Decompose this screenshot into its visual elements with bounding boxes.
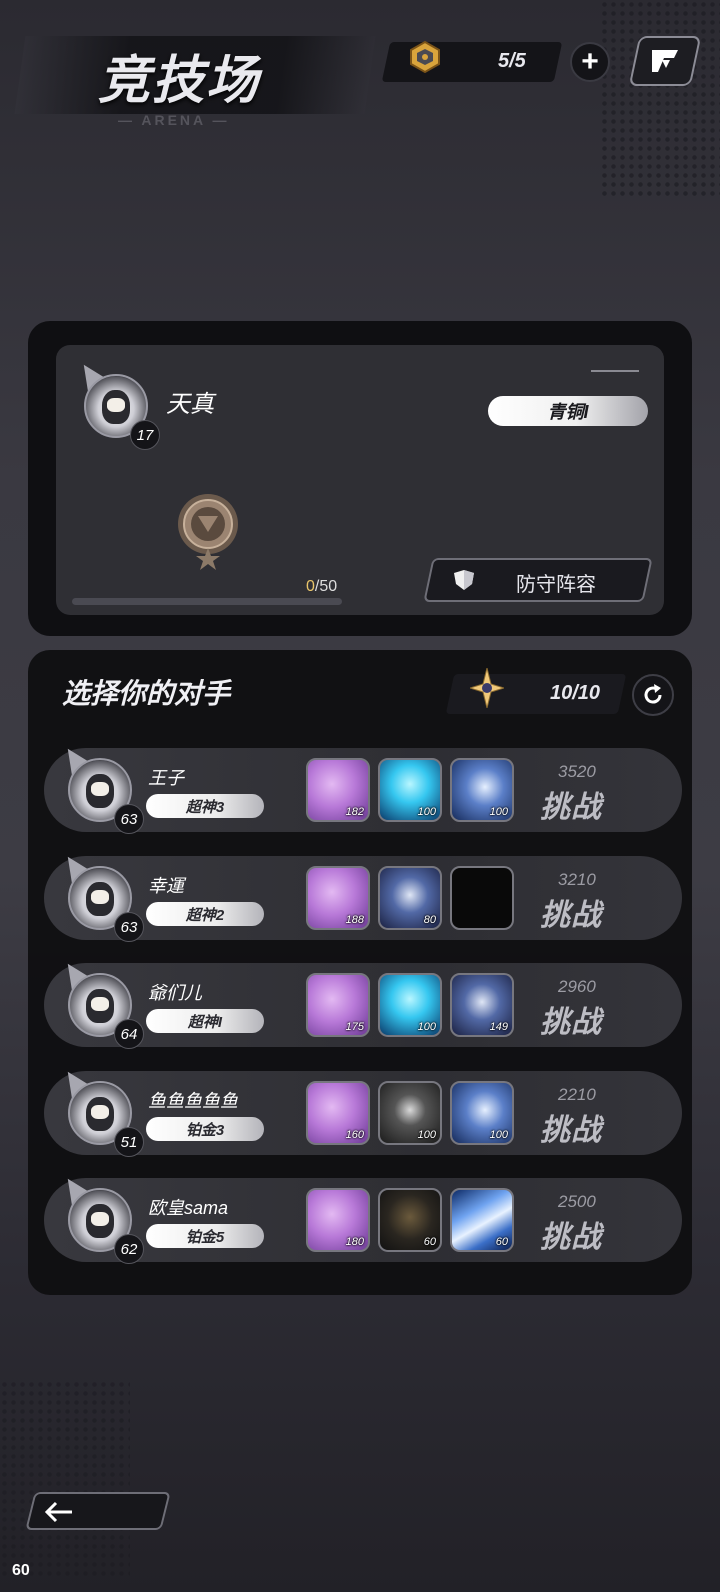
opponent-avatar[interactable]: 63: [59, 849, 144, 942]
dot-pattern-decoration: [0, 1380, 130, 1580]
opponent-score: 3520: [558, 762, 596, 781]
player-name: 天真: [166, 391, 214, 418]
opponent-avatar[interactable]: 63: [59, 741, 144, 834]
opponent-rank-badge: 铂金5: [146, 1224, 264, 1248]
opponent-avatar[interactable]: 64: [59, 956, 144, 1049]
opponent-rank-badge: 超神3: [146, 794, 264, 818]
player-avatar[interactable]: 17: [75, 357, 160, 450]
monster-portrait[interactable]: 100: [378, 758, 442, 822]
monster-portrait[interactable]: 160: [306, 1081, 370, 1145]
opponent-name: 爺们儿: [148, 983, 202, 1003]
monster-portrait[interactable]: 180: [306, 1188, 370, 1252]
monster-portrait[interactable]: 188: [306, 866, 370, 930]
rank-progress-bar: [72, 598, 342, 605]
monster-portrait[interactable]: 100: [450, 1081, 514, 1145]
page-title: 竞技场: [98, 52, 261, 110]
opponent-level-badge: 64: [114, 1019, 144, 1049]
opponent-level-badge: 63: [114, 912, 144, 942]
monster-power: 100: [417, 1129, 436, 1141]
monster-power: 100: [417, 1021, 436, 1033]
challenge-button[interactable]: 挑战: [540, 1105, 602, 1149]
player-level-badge: 17: [130, 420, 160, 450]
opponent-name: 王子: [148, 768, 184, 788]
monster-portrait[interactable]: 60: [378, 1188, 442, 1252]
divider: [591, 370, 639, 372]
monster-power: 188: [345, 914, 364, 926]
monster-power: 182: [345, 806, 364, 818]
opponent-rank-badge: 超神2: [146, 902, 264, 926]
monster-power: 100: [417, 806, 436, 818]
monster-portrait[interactable]: 175: [306, 973, 370, 1037]
ticket-icon: [410, 40, 440, 74]
refresh-opponents-button[interactable]: [632, 674, 674, 716]
monster-portrait[interactable]: 60: [450, 1188, 514, 1252]
dot-pattern-decoration: [600, 0, 720, 200]
opponent-name: 鱼鱼鱼鱼鱼: [148, 1091, 238, 1111]
challenge-button[interactable]: 挑战: [540, 1212, 602, 1256]
back-arrow-icon: [44, 1501, 72, 1523]
leaderboard-button[interactable]: [628, 36, 702, 86]
opponent-rank-badge: 超神I: [146, 1009, 264, 1033]
opponent-level-badge: 62: [114, 1234, 144, 1264]
monster-power: 60: [423, 1236, 436, 1248]
defense-lineup-label: 防守阵容: [516, 574, 596, 596]
challenge-button[interactable]: 挑战: [540, 890, 602, 934]
opponent-avatar[interactable]: 62: [59, 1171, 144, 1264]
monster-portrait[interactable]: 100: [378, 1081, 442, 1145]
opponent-score: 2960: [558, 977, 596, 996]
opponent-score: 2500: [558, 1192, 596, 1211]
monster-portrait[interactable]: 100: [378, 973, 442, 1037]
monster-portrait[interactable]: 100: [450, 758, 514, 822]
opponent-rank-badge: 铂金3: [146, 1117, 264, 1141]
ticket-count: 5/5: [498, 50, 526, 72]
challenge-count: 10/10: [550, 682, 601, 704]
monster-power: 180: [345, 1236, 364, 1248]
rank-progress-text: 0/50: [306, 578, 338, 595]
monster-power: 149: [489, 1021, 508, 1033]
opponent-score: 2210: [558, 1085, 596, 1104]
opponent-name: 幸運: [148, 876, 184, 896]
opponent-level-badge: 51: [114, 1127, 144, 1157]
opponent-row: 51 鱼鱼鱼鱼鱼铂金3 160 100 100 2210 挑战: [44, 1064, 682, 1157]
monster-portrait[interactable]: 80: [378, 866, 442, 930]
opponent-name: 欧皇sama: [148, 1198, 229, 1218]
monster-power: 80: [423, 914, 436, 926]
opponent-avatar[interactable]: 51: [59, 1064, 144, 1157]
leaderboard-icon: [652, 50, 678, 72]
page-subtitle: — ARENA —: [118, 112, 230, 128]
challenge-button[interactable]: 挑战: [540, 997, 602, 1041]
opponent-level-badge: 63: [114, 804, 144, 834]
monster-power: 160: [345, 1129, 364, 1141]
monster-power: 100: [489, 1129, 508, 1141]
monster-portrait[interactable]: 182: [306, 758, 370, 822]
opponents-title: 选择你的对手: [62, 678, 231, 709]
bronze-medal-icon: [178, 494, 238, 570]
star-compass-icon: [470, 668, 504, 708]
opponent-row: 64 爺们儿超神I 175 100 149 2960 挑战: [44, 956, 682, 1049]
monster-power: 175: [345, 1021, 364, 1033]
shield-icon: [454, 570, 474, 590]
opponent-row: 62 欧皇sama 铂金5 180 60 60 2500 挑战: [44, 1171, 682, 1264]
monster-portrait[interactable]: 149: [450, 973, 514, 1037]
opponent-row: 63 王子超神3 182 100 100 3520 挑战: [44, 741, 682, 834]
monster-power: 100: [489, 806, 508, 818]
monster-portrait[interactable]: [450, 866, 514, 930]
monster-power: 60: [495, 1236, 508, 1248]
refresh-icon: [644, 684, 662, 704]
player-rank-badge: 青铜I: [488, 396, 648, 426]
challenge-button[interactable]: 挑战: [540, 782, 602, 826]
fps-counter: 60: [12, 1562, 30, 1579]
opponent-score: 3210: [558, 870, 596, 889]
add-ticket-button[interactable]: +: [570, 42, 610, 82]
opponent-row: 63 幸運超神2 188 80 3210 挑战: [44, 849, 682, 942]
